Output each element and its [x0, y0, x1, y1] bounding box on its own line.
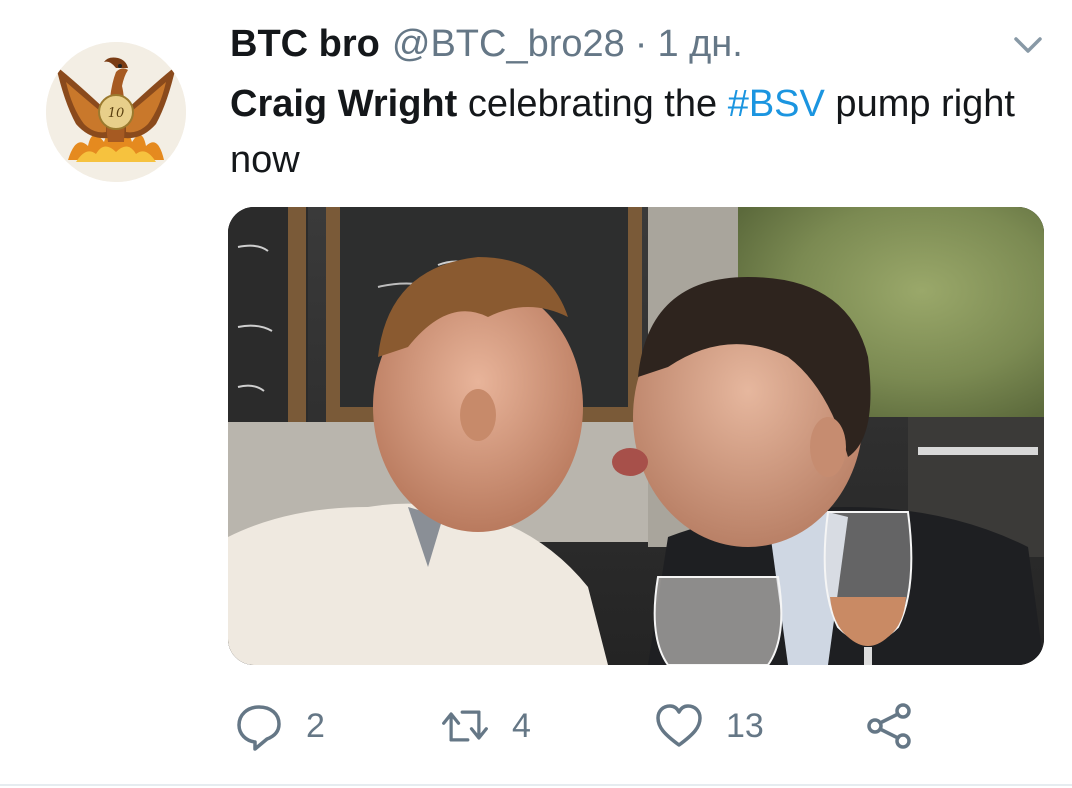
reply-count: 2	[306, 706, 325, 745]
tweet-text-part1: celebrating the	[457, 83, 728, 125]
tweet-photo[interactable]	[228, 207, 1044, 665]
chevron-down-icon	[1014, 37, 1042, 53]
tweet-text: Craig Wright celebrating the #BSV pump r…	[230, 76, 1050, 188]
header-separator: ·	[634, 23, 648, 65]
mentioned-name: Craig Wright	[230, 83, 458, 125]
like-count: 13	[726, 706, 764, 745]
share-button[interactable]	[864, 696, 914, 756]
user-handle[interactable]: @BTC_bro28	[392, 20, 625, 68]
tweet-card[interactable]: 10 BTC bro @BTC_bro28 · 1 дн. Craig Wrig…	[0, 0, 1072, 788]
display-name[interactable]: BTC bro	[230, 20, 380, 68]
tweet-timestamp[interactable]: 1 дн.	[657, 20, 742, 68]
heart-icon	[656, 704, 702, 747]
tweet-divider	[0, 784, 1072, 786]
retweet-button[interactable]: 4	[440, 696, 531, 756]
tweet-header: BTC bro @BTC_bro28 · 1 дн.	[230, 20, 743, 68]
retweet-icon	[442, 710, 488, 742]
tweet-menu-button[interactable]	[1010, 30, 1046, 60]
share-icon	[867, 703, 911, 749]
hashtag-link[interactable]: #BSV	[728, 83, 825, 125]
photo-image	[228, 207, 1044, 665]
phoenix-logo-icon: 10	[46, 42, 186, 182]
svg-text:10: 10	[108, 106, 125, 121]
reply-button[interactable]: 2	[234, 696, 325, 756]
like-button[interactable]: 13	[654, 696, 764, 756]
tweet-actions: 2 4 13	[0, 696, 1072, 756]
reply-icon	[237, 705, 281, 751]
avatar[interactable]: 10	[46, 42, 186, 182]
retweet-count: 4	[512, 706, 531, 745]
